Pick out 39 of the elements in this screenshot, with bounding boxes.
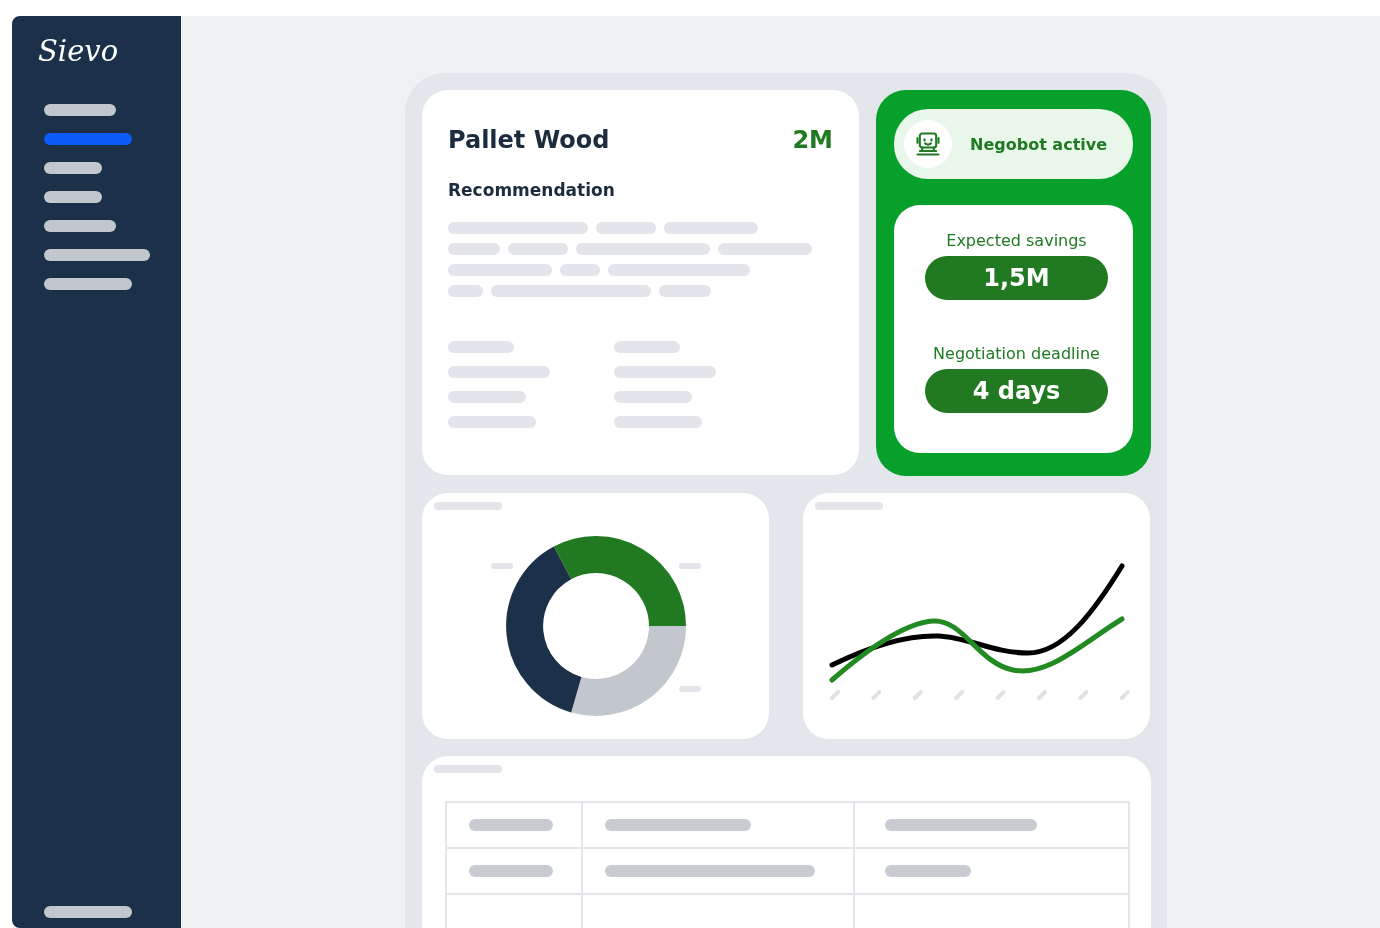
robot-icon (914, 130, 942, 158)
text-placeholder (560, 264, 600, 276)
axis-tick (954, 690, 965, 700)
text-placeholder (448, 285, 483, 297)
legend-placeholder (491, 563, 513, 569)
text-placeholder (596, 222, 656, 234)
axis-tick (830, 690, 840, 700)
logo: Sievo (38, 34, 120, 70)
metric-label: Expected savings (946, 231, 1087, 250)
axis-tick (1078, 690, 1089, 700)
metric-value: 4 days (925, 369, 1108, 413)
metric-label: Negotiation deadline (933, 344, 1100, 363)
section-heading: Recommendation (448, 180, 616, 200)
legend-placeholder (679, 563, 701, 569)
axis-tick (995, 690, 1006, 700)
axis-tick (871, 690, 882, 700)
status-label: Negobot active (970, 134, 1108, 154)
sidebar-item[interactable] (44, 906, 132, 918)
text-placeholder (659, 285, 711, 297)
title-placeholder (434, 502, 502, 510)
item-amount: 2M (792, 126, 833, 154)
sidebar-item[interactable] (44, 162, 102, 174)
axis-tick (1119, 690, 1130, 700)
text-placeholder (614, 341, 680, 353)
title-placeholder (815, 502, 883, 510)
axis-tick (912, 690, 923, 700)
sidebar-item[interactable] (44, 191, 102, 203)
item-title: Pallet Wood (448, 126, 610, 154)
text-placeholder (448, 341, 514, 353)
sidebar-item[interactable] (44, 104, 116, 116)
text-placeholder (448, 243, 500, 255)
text-placeholder (508, 243, 568, 255)
sidebar-item[interactable] (44, 278, 132, 290)
axis-tick (1037, 690, 1047, 700)
title-placeholder (434, 765, 502, 773)
legend-placeholder (679, 686, 701, 692)
sidebar-item[interactable] (44, 220, 116, 232)
sidebar-item[interactable] (44, 249, 150, 261)
metric-value: 1,5M (925, 256, 1108, 300)
